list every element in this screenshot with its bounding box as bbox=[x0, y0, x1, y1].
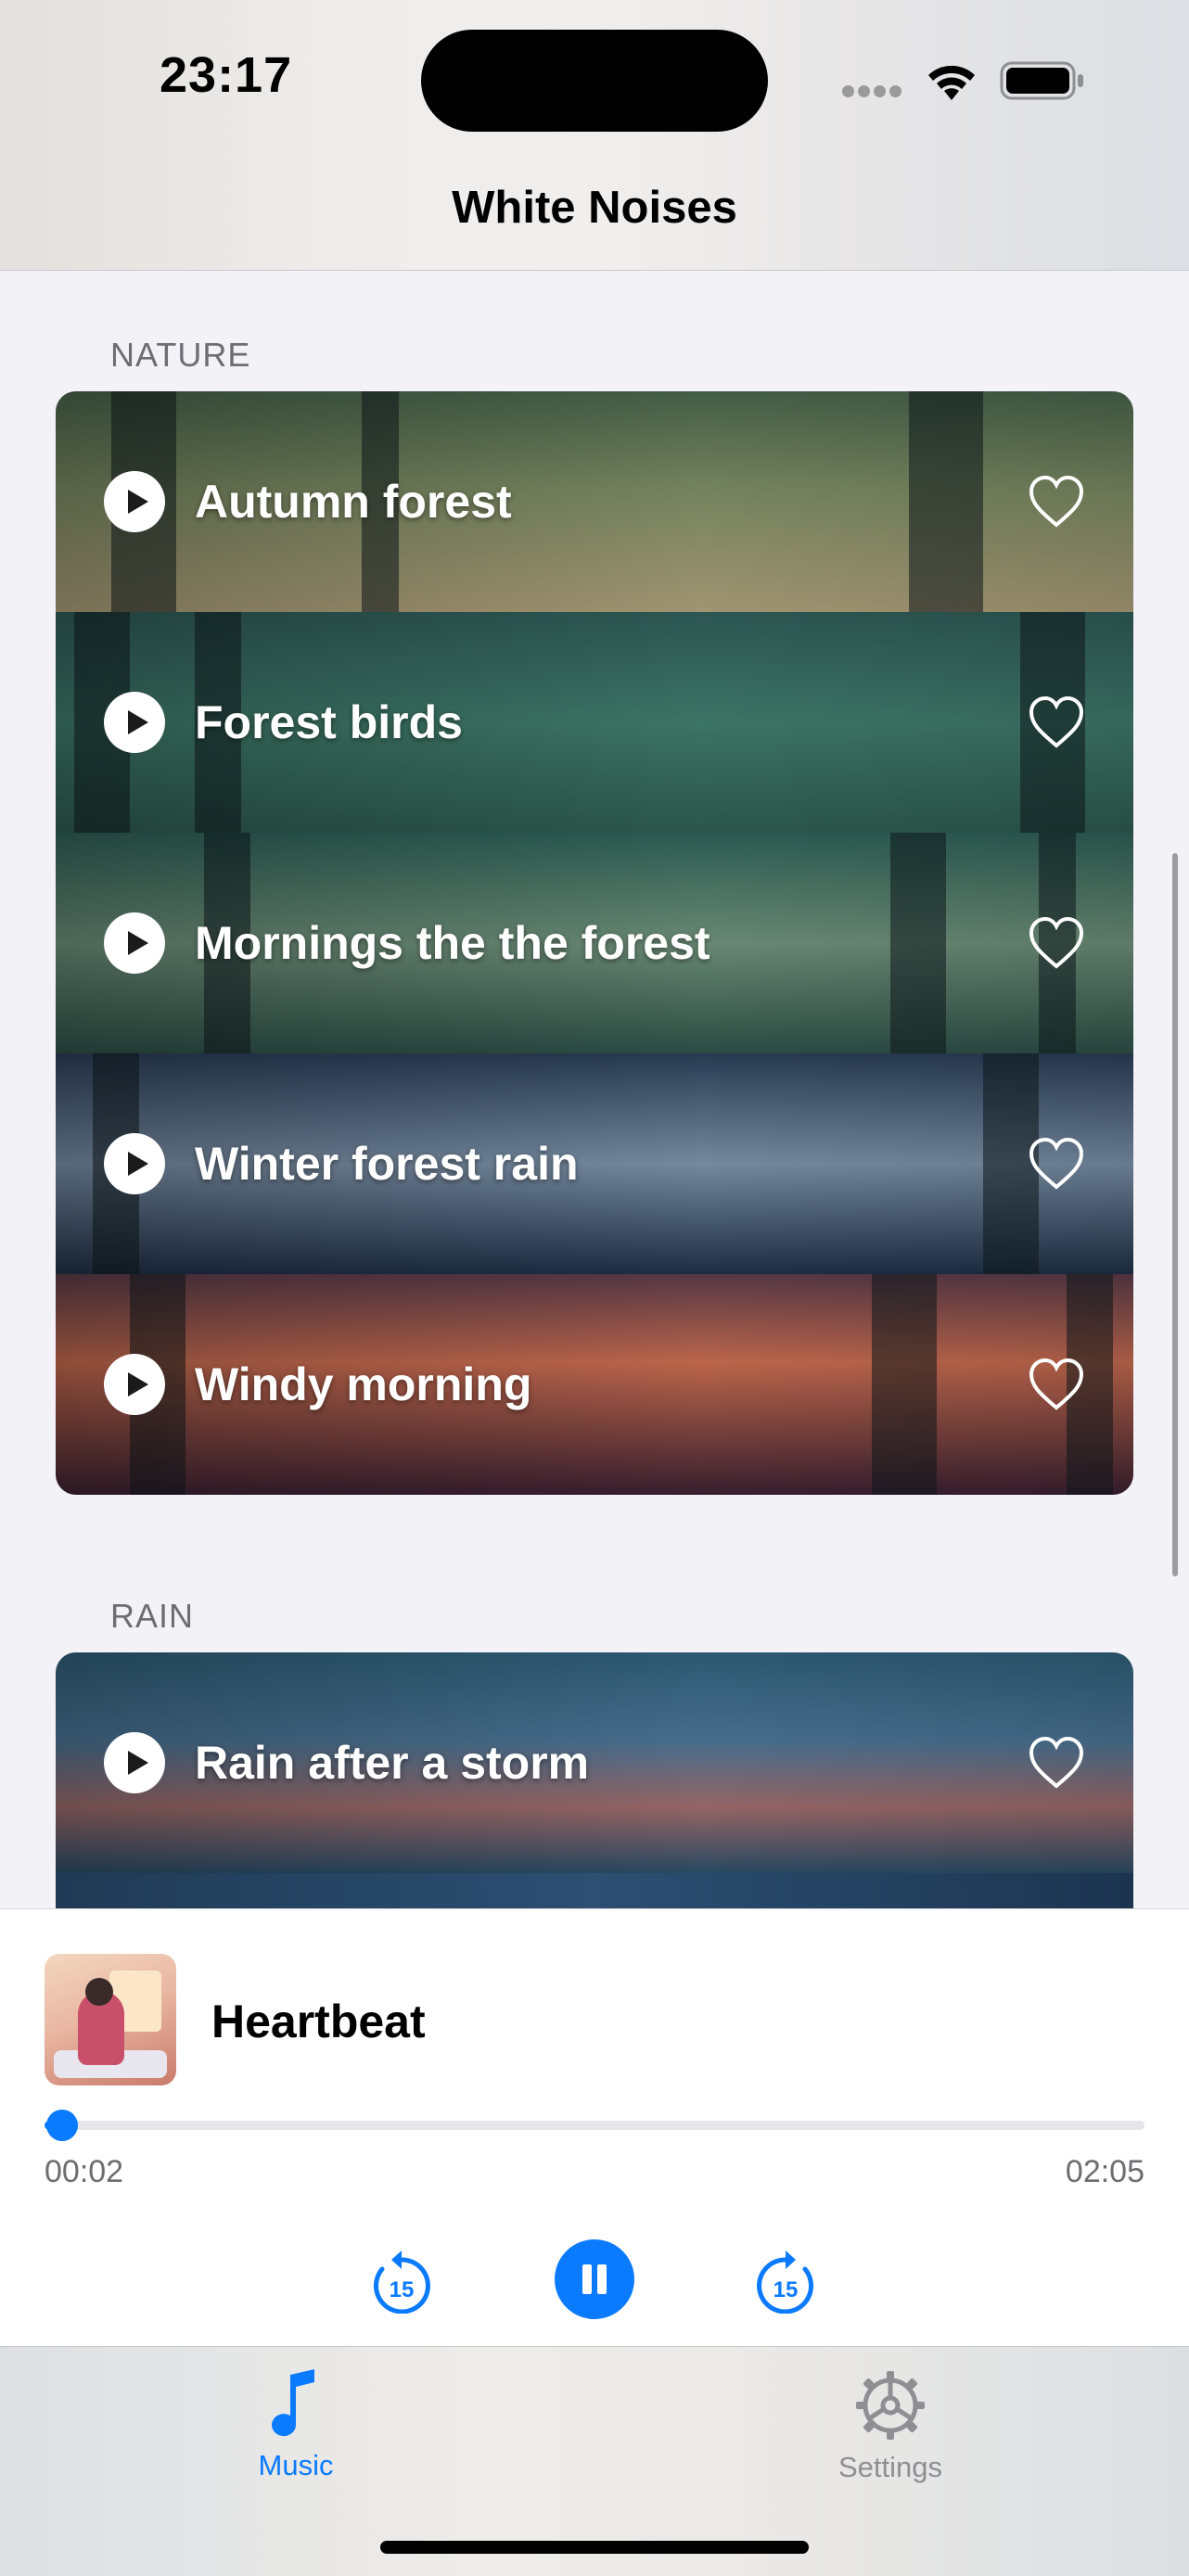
cellular-signal-icon bbox=[842, 85, 905, 102]
navigation-header: 23:17 White Noises bbox=[0, 0, 1189, 271]
tab-music[interactable]: Music bbox=[203, 2369, 389, 2482]
now-playing-bar: Heartbeat 00:02 02:05 15 15 bbox=[0, 1908, 1189, 2346]
play-icon[interactable] bbox=[104, 471, 165, 532]
sound-title: Forest birds bbox=[195, 696, 463, 748]
sound-title: Winter forest rain bbox=[195, 1138, 579, 1190]
play-icon[interactable] bbox=[104, 912, 165, 974]
elapsed-time: 00:02 bbox=[45, 2154, 124, 2189]
status-time: 23:17 bbox=[160, 47, 293, 103]
gear-icon bbox=[856, 2371, 925, 2440]
sound-row-windy-morning[interactable]: Windy morning bbox=[56, 1274, 1133, 1495]
skip-back-15-icon[interactable]: 15 bbox=[369, 2245, 434, 2314]
sound-title: Autumn forest bbox=[195, 476, 512, 528]
scrollbar[interactable] bbox=[1172, 853, 1178, 1576]
list-item-partial bbox=[56, 1873, 1133, 1908]
rain-sound-list: Rain after a storm bbox=[56, 1652, 1133, 1908]
sound-row-rain-after-a-storm[interactable]: Rain after a storm bbox=[56, 1652, 1133, 1873]
heart-icon[interactable] bbox=[1028, 695, 1085, 749]
heart-icon[interactable] bbox=[1028, 916, 1085, 970]
play-icon[interactable] bbox=[104, 1354, 165, 1415]
section-header-nature: NATURE bbox=[110, 336, 251, 374]
sound-row-autumn-forest[interactable]: Autumn forest bbox=[56, 391, 1133, 612]
track-title: Heartbeat bbox=[211, 1996, 426, 2047]
play-icon[interactable] bbox=[104, 692, 165, 753]
play-icon[interactable] bbox=[104, 1732, 165, 1793]
sound-title: Windy morning bbox=[195, 1358, 532, 1410]
heart-icon[interactable] bbox=[1028, 1358, 1085, 1411]
total-time: 02:05 bbox=[1065, 2154, 1144, 2189]
progress-knob[interactable] bbox=[45, 2110, 78, 2141]
page-title: White Noises bbox=[452, 183, 737, 233]
music-note-icon bbox=[272, 2369, 314, 2437]
sound-row-mornings-the-forest[interactable]: Mornings the the forest bbox=[56, 833, 1133, 1053]
tab-label: Music bbox=[258, 2449, 334, 2481]
tab-settings[interactable]: Settings bbox=[798, 2369, 983, 2484]
dynamic-island bbox=[421, 30, 768, 132]
pause-button[interactable] bbox=[555, 2239, 634, 2319]
progress-slider[interactable] bbox=[45, 2110, 1144, 2141]
heart-icon[interactable] bbox=[1028, 1736, 1085, 1790]
skip-forward-15-icon[interactable]: 15 bbox=[753, 2245, 818, 2314]
wifi-icon bbox=[928, 65, 975, 100]
sound-title: Rain after a storm bbox=[195, 1737, 590, 1789]
heart-icon[interactable] bbox=[1028, 1137, 1085, 1191]
sound-row-winter-forest-rain[interactable]: Winter forest rain bbox=[56, 1053, 1133, 1274]
sound-title: Mornings the the forest bbox=[195, 917, 710, 969]
svg-text:15: 15 bbox=[390, 2277, 415, 2302]
tab-label: Settings bbox=[837, 2451, 942, 2483]
svg-text:15: 15 bbox=[773, 2277, 799, 2302]
track-artwork bbox=[45, 1954, 176, 2085]
home-indicator bbox=[380, 2541, 809, 2554]
battery-icon bbox=[1000, 61, 1083, 100]
heart-icon[interactable] bbox=[1028, 475, 1085, 529]
sound-row-forest-birds[interactable]: Forest birds bbox=[56, 612, 1133, 833]
nature-sound-list: Autumn forest Forest birds Mornings the … bbox=[56, 391, 1133, 1495]
section-header-rain: RAIN bbox=[110, 1597, 195, 1635]
play-icon[interactable] bbox=[104, 1133, 165, 1194]
